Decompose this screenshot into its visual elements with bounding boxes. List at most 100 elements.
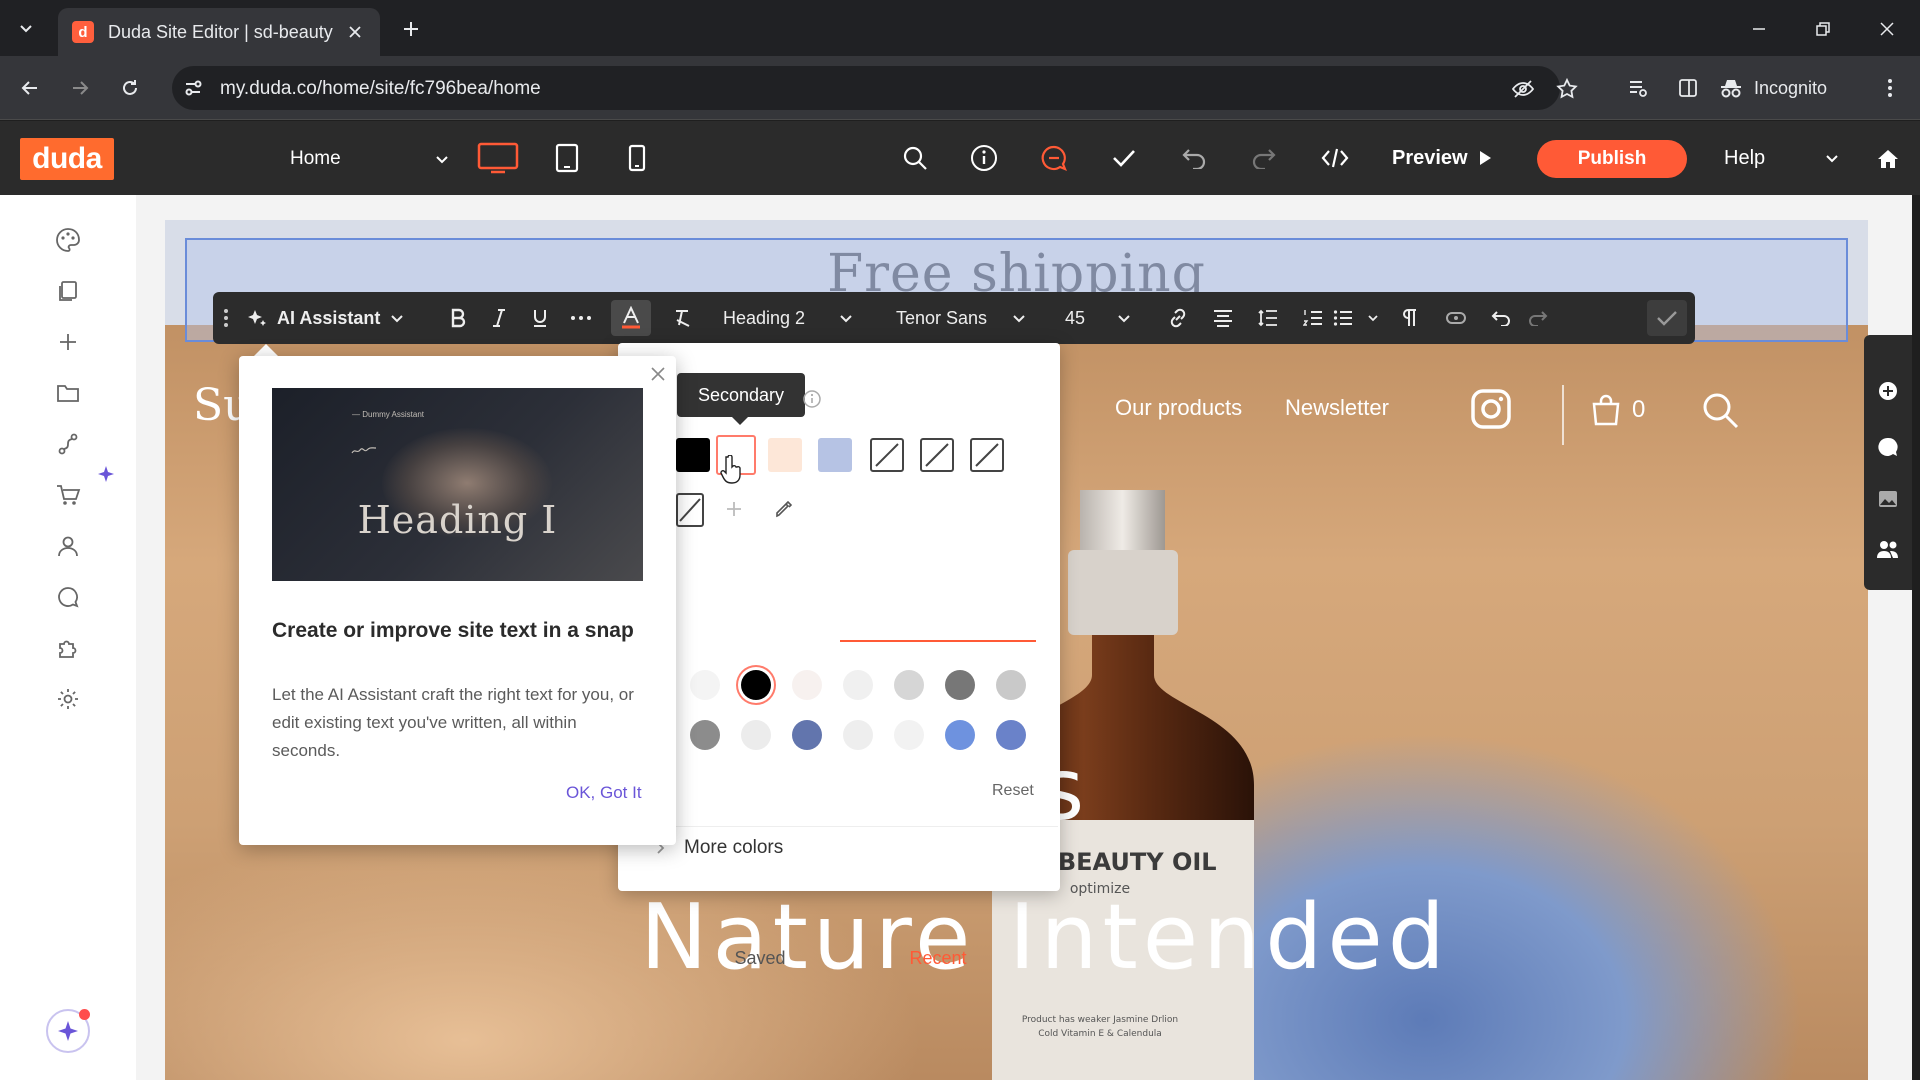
recent-color-2-selected[interactable] <box>741 670 771 700</box>
bullet-list-dropdown[interactable] <box>1333 300 1379 336</box>
comments-button[interactable] <box>1035 139 1073 177</box>
mobile-view-button[interactable] <box>614 135 660 181</box>
new-tab-button[interactable] <box>396 14 426 44</box>
info-icon[interactable] <box>802 389 822 409</box>
bold-button[interactable] <box>443 300 473 336</box>
font-family-dropdown[interactable]: Tenor Sans <box>896 300 1026 336</box>
recent-color-12[interactable] <box>894 720 924 750</box>
recent-color-1[interactable] <box>690 670 720 700</box>
minimize-button[interactable] <box>1744 14 1774 44</box>
eyedropper-button[interactable] <box>774 499 794 519</box>
recent-color-4[interactable] <box>843 670 873 700</box>
tablet-view-button[interactable] <box>544 135 590 181</box>
forward-button[interactable] <box>62 70 98 106</box>
side-panel-button[interactable] <box>1670 70 1706 106</box>
toolbar-redo-button[interactable] <box>1523 300 1553 336</box>
search-icon[interactable] <box>1700 390 1740 430</box>
clear-format-button[interactable] <box>668 300 698 336</box>
sidebar-item-add[interactable] <box>50 324 86 360</box>
recent-color-11[interactable] <box>843 720 873 750</box>
recent-color-3[interactable] <box>792 670 822 700</box>
reload-button[interactable] <box>112 70 148 106</box>
font-size-dropdown[interactable]: 45 <box>1065 300 1131 336</box>
rail-comment-button[interactable] <box>1874 433 1902 461</box>
add-color-button[interactable] <box>724 499 744 519</box>
incognito-indicator[interactable]: Incognito <box>1718 68 1827 108</box>
publish-button[interactable]: Publish <box>1537 140 1687 178</box>
omnibox[interactable]: my.duda.co/home/site/fc796bea/home <box>172 66 1578 110</box>
restore-button[interactable] <box>1808 14 1838 44</box>
sidebar-item-pages[interactable] <box>50 273 86 309</box>
help-menu-button[interactable]: Help <box>1724 141 1840 175</box>
browser-tab[interactable]: d Duda Site Editor | sd-beauty <box>58 8 380 56</box>
swatch-empty-3[interactable] <box>970 438 1004 472</box>
ai-card-close-button[interactable] <box>648 364 668 384</box>
dynamic-content-button[interactable] <box>1441 300 1471 336</box>
recent-color-5[interactable] <box>894 670 924 700</box>
underline-button[interactable] <box>525 300 555 336</box>
info-button[interactable] <box>965 139 1003 177</box>
page-select[interactable]: Home <box>290 143 450 175</box>
tab-saved[interactable]: Saved <box>690 933 830 983</box>
done-editing-button[interactable] <box>1647 300 1687 336</box>
duda-logo[interactable]: duda <box>20 138 114 180</box>
toolbar-undo-button[interactable] <box>1486 300 1516 336</box>
site-cart-button[interactable]: 0 <box>1590 390 1645 430</box>
nav-link-newsletter[interactable]: Newsletter <box>1285 395 1389 421</box>
numbered-list-button[interactable] <box>1298 300 1328 336</box>
sidebar-item-apps[interactable] <box>50 630 86 666</box>
sidebar-item-members[interactable] <box>50 528 86 564</box>
preview-button[interactable]: Preview <box>1392 141 1492 175</box>
reset-colors-link[interactable]: Reset <box>992 782 1034 800</box>
recent-color-13[interactable] <box>945 720 975 750</box>
sidebar-item-design[interactable] <box>50 222 86 258</box>
rail-team-button[interactable] <box>1874 535 1902 563</box>
bookmark-star-icon[interactable] <box>1554 76 1580 102</box>
toolbar-drag-handle[interactable] <box>219 300 233 336</box>
tab-list-button[interactable] <box>10 12 42 44</box>
ai-assistant-fab[interactable] <box>46 1009 90 1053</box>
swatch-primary-black[interactable] <box>676 438 710 472</box>
recent-color-6[interactable] <box>945 670 975 700</box>
search-button[interactable] <box>896 139 934 177</box>
media-control-button[interactable] <box>1620 70 1656 106</box>
recent-color-8[interactable] <box>690 720 720 750</box>
redo-button[interactable] <box>1245 139 1283 177</box>
nav-link-our-products[interactable]: Our products <box>1115 395 1242 421</box>
sidebar-item-comments[interactable] <box>50 579 86 615</box>
sidebar-item-flows[interactable] <box>50 426 86 462</box>
hero-heading-line-2[interactable]: Nature Intended <box>495 885 1595 990</box>
sidebar-item-store[interactable] <box>50 477 86 513</box>
swatch-empty-2[interactable] <box>920 438 954 472</box>
heading-style-dropdown[interactable]: Heading 2 <box>723 300 853 336</box>
text-color-button[interactable] <box>611 300 651 336</box>
checklist-button[interactable] <box>1105 139 1143 177</box>
rail-add-button[interactable] <box>1874 377 1902 405</box>
swatch-empty-4[interactable] <box>676 493 704 527</box>
recent-color-9[interactable] <box>741 720 771 750</box>
sidebar-item-content[interactable] <box>50 375 86 411</box>
rail-image-button[interactable] <box>1874 485 1902 513</box>
italic-button[interactable] <box>484 300 514 336</box>
line-height-button[interactable] <box>1253 300 1283 336</box>
recent-color-7[interactable] <box>996 670 1026 700</box>
more-format-button[interactable] <box>566 300 596 336</box>
close-tab-button[interactable] <box>344 21 366 43</box>
link-button[interactable] <box>1163 300 1193 336</box>
site-info-icon[interactable] <box>182 77 204 99</box>
swatch-empty-1[interactable] <box>870 438 904 472</box>
desktop-view-button[interactable] <box>475 135 521 181</box>
close-window-button[interactable] <box>1872 14 1902 44</box>
back-button[interactable] <box>12 70 48 106</box>
undo-button[interactable] <box>1175 139 1213 177</box>
align-button[interactable] <box>1208 300 1238 336</box>
sidebar-item-settings[interactable] <box>50 681 86 717</box>
browser-menu-button[interactable] <box>1872 70 1908 106</box>
tab-recent[interactable]: Recent <box>840 933 1036 983</box>
ai-assistant-dropdown[interactable]: AI Assistant <box>247 300 407 336</box>
swatch-light-blue[interactable] <box>818 438 852 472</box>
recent-color-10[interactable] <box>792 720 822 750</box>
dev-mode-button[interactable] <box>1316 139 1354 177</box>
paragraph-direction-button[interactable] <box>1395 300 1425 336</box>
tracking-blocked-icon[interactable] <box>1510 76 1536 102</box>
